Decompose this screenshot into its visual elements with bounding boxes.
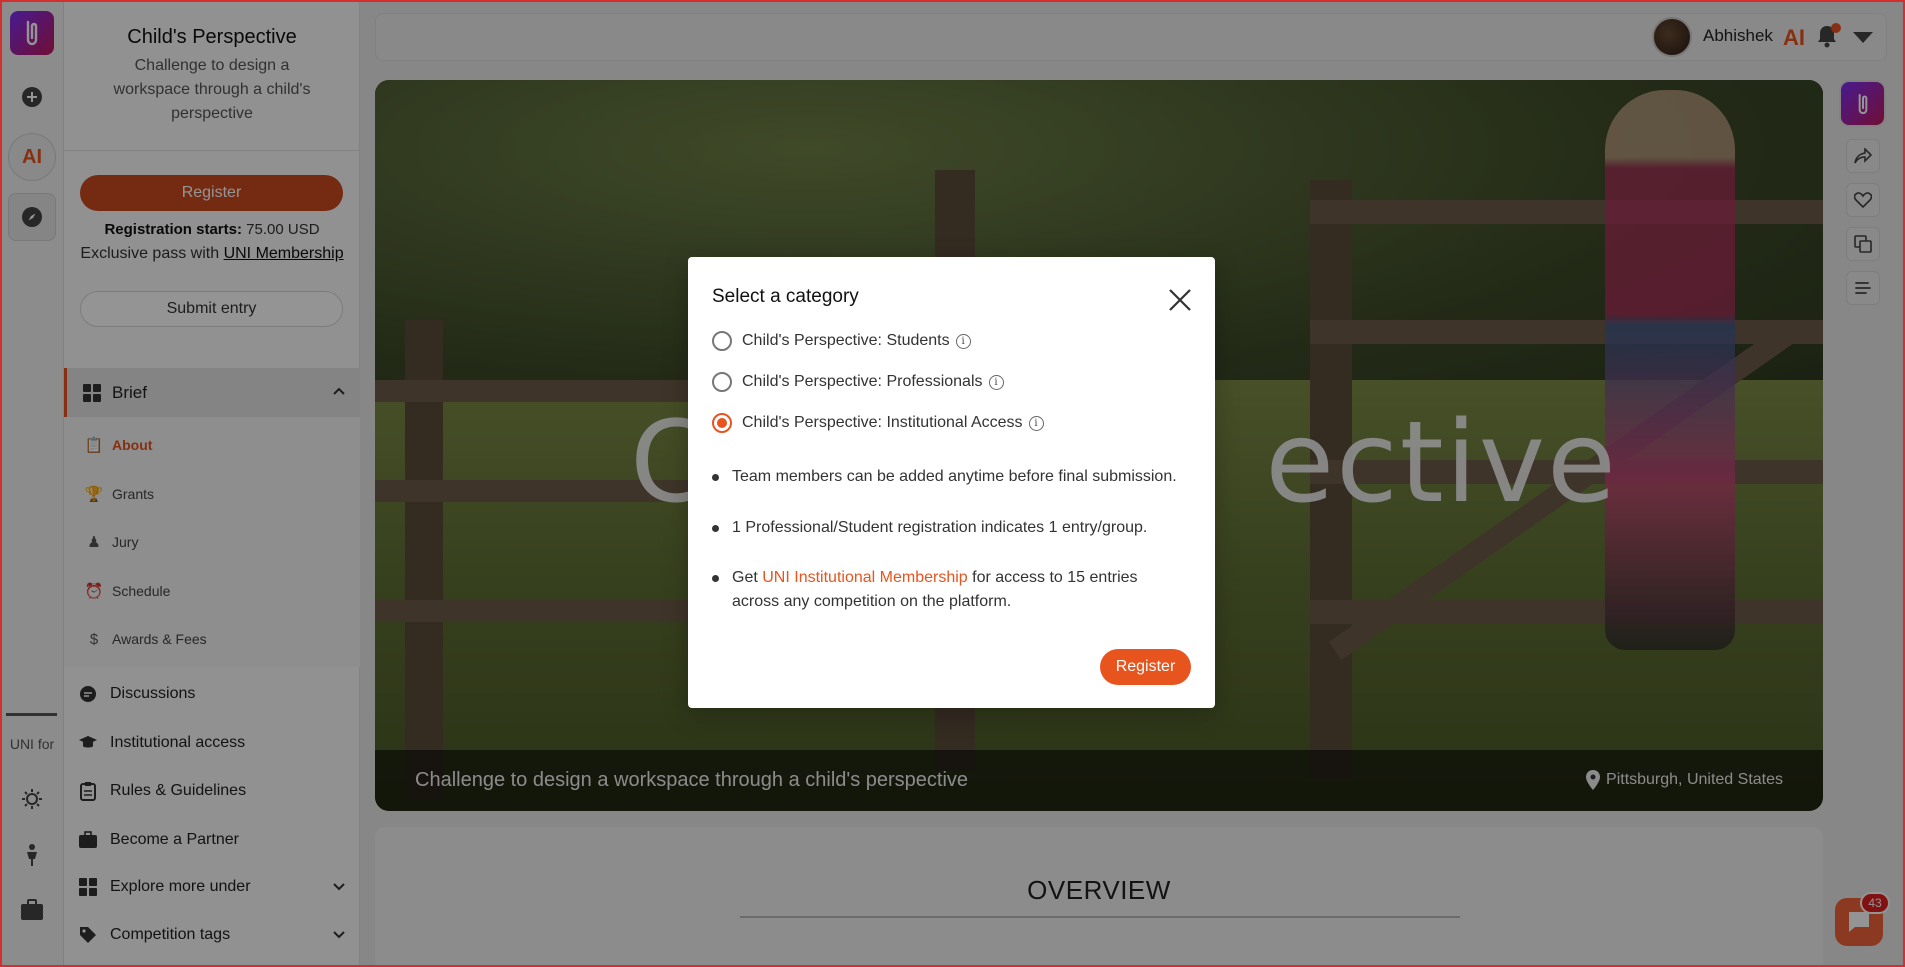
info-icon[interactable]: i xyxy=(1028,415,1044,431)
info-icon[interactable]: i xyxy=(988,374,1004,390)
category-option-professionals[interactable]: Child's Perspective: Professionals i xyxy=(712,371,1004,393)
radio-institutional[interactable] xyxy=(712,413,732,433)
close-icon xyxy=(1169,289,1191,311)
option-label: Child's Perspective: Institutional Acces… xyxy=(742,414,1023,431)
modal-register-button[interactable]: Register xyxy=(1100,649,1191,685)
info-icon[interactable]: i xyxy=(955,333,971,349)
info-bullet: Team members can be added anytime before… xyxy=(712,465,1182,489)
category-option-students[interactable]: Child's Perspective: Students i xyxy=(712,330,971,352)
institutional-membership-link[interactable]: UNI Institutional Membership xyxy=(762,569,967,586)
bullet-text: Get xyxy=(732,569,758,586)
modal-title: Select a category xyxy=(712,286,859,307)
option-label: Child's Perspective: Students xyxy=(742,332,950,349)
radio-students[interactable] xyxy=(712,331,732,351)
select-category-modal: Select a category Child's Perspective: S… xyxy=(688,257,1215,708)
close-button[interactable] xyxy=(1164,284,1196,316)
radio-professionals[interactable] xyxy=(712,372,732,392)
info-bullet: 1 Professional/Student registration indi… xyxy=(712,516,1182,540)
category-option-institutional[interactable]: Child's Perspective: Institutional Acces… xyxy=(712,412,1044,434)
info-bullet: Get UNI Institutional Membership for acc… xyxy=(712,566,1182,614)
option-label: Child's Perspective: Professionals xyxy=(742,373,983,390)
